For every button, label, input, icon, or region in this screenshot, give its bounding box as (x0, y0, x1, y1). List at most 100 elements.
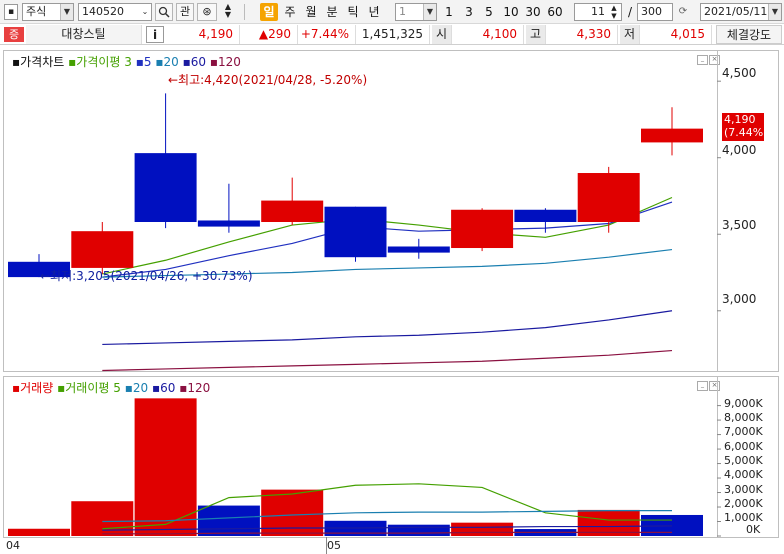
volume-y-tick-3000k: 3,000K (724, 483, 763, 496)
period-tick-button[interactable]: 틱 (344, 4, 362, 20)
stock-code-input[interactable]: 140520 ⌄ (78, 3, 152, 21)
watchlist-button[interactable]: 관 (176, 3, 194, 21)
period-day-button[interactable]: 일 (260, 3, 278, 21)
price-y-tick-4500: 4,500 (722, 66, 757, 80)
total-count-input[interactable]: 300 (637, 3, 673, 21)
legend-ma3: 3 (124, 55, 132, 69)
volume-y-tick-5000k: 5,000K (724, 454, 763, 467)
display-count-input[interactable]: 11 ▲ ▼ (574, 3, 622, 21)
price-change: ▲290 (240, 25, 298, 44)
legend-vma120: ▪120 (179, 381, 211, 395)
period-year-button[interactable]: 년 (365, 4, 383, 20)
search-button[interactable] (155, 3, 173, 21)
chevron-down-icon[interactable]: ▼ (768, 4, 781, 20)
current-price-tag-value: 4,190 (724, 113, 756, 126)
period-week-button[interactable]: 주 (281, 4, 299, 20)
display-count-value: 11 (591, 5, 605, 18)
volume-y-tick-4000k: 4,000K (724, 468, 763, 481)
legend-vma60: ▪60 (151, 381, 176, 395)
refresh-icon[interactable]: ⟳ (676, 4, 690, 20)
quote-bar: 증 대창스틸 i 4,190 ▲290 +7.44% 1,451,325 시 4… (0, 25, 784, 45)
legend-ma120: ▪120 (209, 55, 241, 69)
info-button[interactable]: i (146, 26, 164, 43)
high-label: 고 (526, 25, 546, 44)
low-price: 4,015 (640, 25, 712, 44)
legend-ma5: ▪5 (135, 55, 152, 69)
date-value: 2021/05/11 (704, 5, 768, 18)
market-select-value: 주식 (26, 5, 47, 18)
pane-close-icon[interactable]: × (709, 55, 720, 65)
pane-close-icon[interactable]: × (709, 381, 720, 391)
open-label: 시 (432, 25, 452, 44)
chevron-down-icon[interactable]: ⌄ (139, 4, 151, 20)
quick-interval-30[interactable]: 30 (524, 4, 542, 20)
low-label: 저 (620, 25, 640, 44)
arrow-down-icon[interactable]: ▼ (220, 11, 236, 19)
current-price-tag-pct: (7.44%) (724, 126, 768, 139)
price-chart-pane[interactable]: ▪가격차트 ▪가격이평 3 ▪5 ▪20 ▪60 ▪120 _ × (3, 50, 779, 372)
high-price: 4,330 (546, 25, 618, 44)
chevron-down-icon[interactable]: ▼ (423, 4, 436, 20)
total-count-value: 300 (641, 5, 662, 18)
quick-interval-60[interactable]: 60 (546, 4, 564, 20)
price-change-pct: +7.44% (298, 25, 356, 44)
stepper-updown[interactable]: ▲ ▼ (220, 3, 236, 21)
toolbar: ▪ 주식 ▼ 140520 ⌄ 관 ⊛ ▲ ▼ 일 주 월 분 틱 년 1 ▼ … (0, 0, 784, 24)
legend-price-ma-label: ▪가격이평 (68, 55, 121, 69)
x-axis-tick-may (326, 537, 327, 554)
current-price: 4,190 (168, 25, 240, 44)
quick-interval-5[interactable]: 5 (482, 4, 496, 20)
price-chart-divider (717, 51, 718, 371)
minute-interval-value: 1 (399, 5, 406, 18)
search-icon (158, 6, 170, 18)
volume-y-tick-6000k: 6,000K (724, 440, 763, 453)
open-price: 4,100 (452, 25, 524, 44)
period-month-button[interactable]: 월 (302, 4, 320, 20)
stock-name: 대창스틸 (26, 25, 142, 44)
volume-y-tick-7000k: 7,000K (724, 425, 763, 438)
period-minute-button[interactable]: 분 (323, 4, 341, 20)
spin-icon[interactable]: ▲ ▼ (608, 4, 620, 20)
low-price-annotation: ←최저:3,205(2021/04/26, +30.73%) (40, 269, 253, 283)
link-button[interactable]: ⊛ (197, 3, 217, 21)
volume-y-tick-8000k: 8,000K (724, 411, 763, 424)
stock-code-value: 140520 (82, 5, 124, 18)
legend-ma20: ▪20 (155, 55, 179, 69)
current-price-tag: 4,190 (7.44%) (722, 113, 768, 141)
price-legend: ▪가격차트 ▪가격이평 3 ▪5 ▪20 ▪60 ▪120 (12, 53, 241, 70)
volume-chart-pane[interactable]: ▪거래량 ▪거래이평 5 ▪20 ▪60 ▪120 _ × (3, 376, 779, 538)
pane-minimize-icon[interactable]: _ (697, 55, 708, 65)
exchange-badge: 증 (4, 27, 24, 42)
quick-interval-10[interactable]: 10 (502, 4, 520, 20)
quick-interval-3[interactable]: 3 (462, 4, 476, 20)
legend-volume-title: ▪거래량 (12, 381, 54, 395)
count-separator: / (627, 5, 633, 19)
legend-ma60: ▪60 (182, 55, 207, 69)
legend-volume-ma-label: ▪거래이평 (57, 381, 110, 395)
date-select[interactable]: 2021/05/11 ▼ (700, 3, 782, 21)
volume-y-tick-9000k: 9,000K (724, 397, 763, 410)
menu-icon[interactable]: ▪ (4, 4, 18, 20)
volume-y-tick-0k: 0K (746, 523, 761, 536)
volume-chart-divider (717, 377, 718, 537)
legend-vma5: 5 (113, 381, 121, 395)
high-price-annotation: ←최고:4,420(2021/04/28, -5.20%) (168, 73, 368, 87)
chevron-down-icon[interactable]: ▼ (60, 4, 73, 20)
strength-label: 체결강도 (716, 25, 782, 44)
legend-vma20: ▪20 (124, 381, 149, 395)
price-y-tick-3500: 3,500 (722, 218, 757, 232)
price-y-tick-3000: 3,000 (722, 292, 757, 306)
separator (244, 4, 245, 20)
x-axis-label-april: 04 (6, 539, 20, 552)
x-axis-label-may: 05 (327, 539, 341, 552)
pane-minimize-icon[interactable]: _ (697, 381, 708, 391)
minute-interval-select[interactable]: 1 ▼ (395, 3, 437, 21)
trade-volume: 1,451,325 (356, 25, 430, 44)
link-icon: ⊛ (202, 5, 212, 18)
volume-y-tick-2000k: 2,000K (724, 497, 763, 510)
volume-legend: ▪거래량 ▪거래이평 5 ▪20 ▪60 ▪120 (12, 379, 210, 396)
quick-interval-1[interactable]: 1 (442, 4, 456, 20)
price-y-tick-4000: 4,000 (722, 143, 757, 157)
market-select[interactable]: 주식 ▼ (22, 3, 74, 21)
legend-price-title: ▪가격차트 (12, 55, 65, 69)
